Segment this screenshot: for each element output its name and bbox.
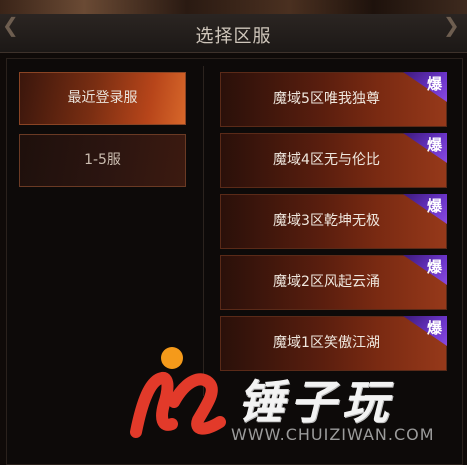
tab-servers-1-5[interactable]: 1-5服 xyxy=(19,134,186,187)
server-item[interactable]: 魔域4区无与伦比 爆 xyxy=(220,133,447,188)
server-name: 魔域4区无与伦比 xyxy=(273,152,380,168)
server-name: 魔域3区乾坤无极 xyxy=(273,213,380,229)
hot-badge: 爆 xyxy=(426,136,442,154)
right-corner-ornament-icon: ❯ xyxy=(443,13,460,37)
server-name: 魔域5区唯我独尊 xyxy=(273,91,380,107)
server-item[interactable]: 魔域2区风起云涌 爆 xyxy=(220,255,447,310)
left-corner-ornament-icon: ❮ xyxy=(2,13,19,37)
watermark-logo-icon xyxy=(130,347,226,438)
hot-badge: 爆 xyxy=(426,319,442,337)
hot-badge: 爆 xyxy=(426,258,442,276)
server-item[interactable]: 魔域5区唯我独尊 爆 xyxy=(220,72,447,127)
watermark-url: WWW.CHUIZIWAN.COM xyxy=(231,425,435,444)
tab-recent-servers[interactable]: 最近登录服 xyxy=(19,72,186,125)
dialog-title: 选择区服 xyxy=(195,26,272,47)
top-decoration-strip xyxy=(0,0,467,14)
dialog-header: 选择区服 xyxy=(0,14,467,53)
watermark: 锤子玩 WWW.CHUIZIWAN.COM xyxy=(128,340,458,460)
hot-badge: 爆 xyxy=(426,197,442,215)
server-item[interactable]: 魔域3区乾坤无极 爆 xyxy=(220,194,447,249)
hot-badge: 爆 xyxy=(426,75,442,93)
server-name: 魔域2区风起云涌 xyxy=(273,274,380,290)
watermark-brand: 锤子玩 xyxy=(238,375,394,429)
